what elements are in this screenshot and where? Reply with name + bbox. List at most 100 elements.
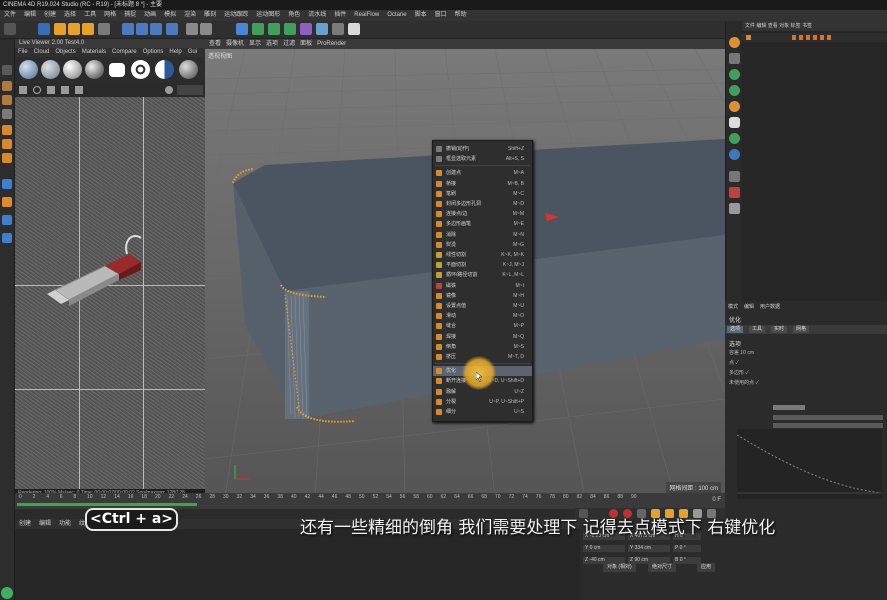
uv-icon[interactable] bbox=[2, 179, 12, 189]
model-mode-icon[interactable] bbox=[2, 81, 12, 91]
material-menu-item[interactable]: 创建 bbox=[19, 521, 31, 527]
context-menu-item[interactable]: 分裂 U~P, U~Shift+P bbox=[433, 397, 532, 407]
box-icon[interactable] bbox=[729, 203, 740, 214]
play-icon[interactable] bbox=[19, 86, 27, 94]
lock-icon[interactable] bbox=[75, 86, 83, 94]
deformer-icon[interactable] bbox=[300, 23, 312, 35]
context-menu-item[interactable]: 笔刷 M~C bbox=[433, 189, 532, 199]
menu-item[interactable]: 文件 bbox=[4, 12, 16, 18]
menu-item[interactable]: 角色 bbox=[288, 12, 300, 18]
contrast-icon[interactable] bbox=[155, 60, 174, 79]
pause-icon[interactable] bbox=[47, 86, 55, 94]
axis-lock-icon[interactable] bbox=[2, 215, 12, 225]
pos-y-field[interactable]: Y 0 cm bbox=[583, 545, 625, 552]
menu-item[interactable]: 脚本 bbox=[415, 12, 427, 18]
world-coord-icon[interactable] bbox=[166, 23, 178, 35]
menu-item[interactable]: 渲染 bbox=[184, 12, 196, 18]
context-menu-item[interactable]: 循环/路径切割 K~L, M~L bbox=[433, 270, 532, 280]
live-viewer-menu-item[interactable]: Objects bbox=[55, 49, 75, 55]
record-icon[interactable] bbox=[729, 187, 740, 198]
context-menu-item[interactable]: 平面切割 K~J, M~J bbox=[433, 260, 532, 270]
refresh-icon[interactable] bbox=[33, 86, 41, 94]
attribute-slider[interactable] bbox=[773, 423, 883, 428]
attribute-slider[interactable] bbox=[773, 405, 805, 410]
attribute-line[interactable]: 容差 10 cm bbox=[729, 349, 754, 357]
menu-item[interactable]: 动画 bbox=[144, 12, 156, 18]
timeline[interactable]: 0 2 4 6 8 10 12 14 16 18 20 22 24 26 28 30 32 34 36 38 40 42 4… bbox=[15, 493, 725, 509]
move-icon[interactable] bbox=[54, 23, 66, 35]
live-viewer-menu-item[interactable]: Materials bbox=[82, 49, 106, 55]
sphere-icon[interactable] bbox=[63, 60, 82, 79]
falloff-graph[interactable] bbox=[736, 429, 883, 499]
viewport-menu-item[interactable]: 查看 bbox=[209, 41, 221, 47]
context-menu-item[interactable]: 框显选取元素 Alt+S, S bbox=[433, 154, 532, 164]
plugin-icon[interactable] bbox=[729, 85, 740, 96]
viewport-menu-item[interactable]: 显示 bbox=[249, 41, 261, 47]
sphere-icon[interactable] bbox=[19, 60, 38, 79]
sphere-icon[interactable] bbox=[179, 60, 198, 79]
array-icon[interactable] bbox=[284, 23, 296, 35]
live-viewer-menu-item[interactable]: Gui bbox=[188, 49, 197, 55]
scale-icon[interactable] bbox=[68, 23, 80, 35]
menu-item[interactable]: 运动跟踪 bbox=[224, 12, 248, 18]
timeline-preview-range[interactable] bbox=[17, 503, 197, 506]
points-mode-icon[interactable] bbox=[2, 125, 12, 135]
context-menu-item[interactable]: 创建点 M~A bbox=[433, 168, 532, 178]
menu-item[interactable]: 创建 bbox=[44, 12, 56, 18]
live-viewer-menu-item[interactable]: Cloud bbox=[34, 49, 50, 55]
snap-icon[interactable] bbox=[2, 197, 12, 207]
rotate-icon[interactable] bbox=[82, 23, 94, 35]
settings-icon[interactable] bbox=[165, 86, 173, 94]
sphere-icon[interactable] bbox=[85, 60, 104, 79]
menu-item[interactable]: 帮助 bbox=[455, 12, 467, 18]
menu-item[interactable]: 选择 bbox=[64, 12, 76, 18]
material-menu-item[interactable]: 编辑 bbox=[39, 521, 51, 527]
menu-item[interactable]: RealFlow bbox=[354, 12, 379, 18]
context-menu-item[interactable]: 封闭多边形孔洞 M~D bbox=[433, 199, 532, 209]
layers-icon[interactable] bbox=[729, 171, 740, 182]
object-row[interactable] bbox=[742, 33, 887, 42]
rot-p-field[interactable]: P 0 ° bbox=[673, 545, 701, 552]
menu-item[interactable]: 编辑 bbox=[24, 12, 36, 18]
workplane-icon[interactable] bbox=[2, 109, 12, 119]
globe-icon[interactable] bbox=[729, 149, 740, 160]
attribute-line[interactable]: 点 ✓ bbox=[729, 359, 739, 367]
viewport-menu-item[interactable]: 面板 bbox=[300, 41, 312, 47]
attribute-subtab[interactable]: 选项 bbox=[727, 326, 744, 333]
polygons-mode-icon[interactable] bbox=[2, 153, 12, 163]
attribute-tab[interactable]: 编辑 bbox=[744, 304, 754, 310]
context-menu-item[interactable]: 滑动 M~O bbox=[433, 311, 532, 321]
pen-icon[interactable] bbox=[252, 23, 264, 35]
attribute-line[interactable]: 未使用的点 ✓ bbox=[729, 379, 759, 387]
size-mode-select[interactable]: 绝对尺寸 bbox=[648, 563, 677, 572]
z-axis-icon[interactable] bbox=[150, 23, 162, 35]
context-menu-item[interactable]: 撤销(动作) Shift+Z bbox=[433, 144, 532, 154]
attribute-slider[interactable] bbox=[773, 415, 883, 420]
attribute-tab[interactable]: 用户数据 bbox=[760, 304, 780, 310]
menu-item[interactable]: 模拟 bbox=[164, 12, 176, 18]
attribute-subtab[interactable]: 网格 bbox=[793, 326, 810, 333]
attribute-subtab[interactable]: 实时 bbox=[771, 326, 788, 333]
menu-item[interactable]: 窗口 bbox=[435, 12, 447, 18]
x-axis-icon[interactable] bbox=[122, 23, 134, 35]
camera-icon[interactable] bbox=[332, 23, 344, 35]
context-menu-item[interactable]: 多边形画笔 M~E bbox=[433, 219, 532, 229]
menu-item[interactable]: 插件 bbox=[334, 12, 346, 18]
context-menu-item[interactable]: 倒角 M~S bbox=[433, 342, 532, 352]
sphere-icon[interactable] bbox=[41, 60, 60, 79]
heart-icon[interactable] bbox=[729, 117, 740, 128]
viewport-menu-item[interactable]: 摄像机 bbox=[226, 41, 244, 47]
menu-item[interactable]: 运动图形 bbox=[256, 12, 280, 18]
stop-icon[interactable] bbox=[61, 86, 69, 94]
texture-mode-icon[interactable] bbox=[2, 95, 12, 105]
grid-icon[interactable] bbox=[2, 233, 12, 243]
edges-mode-icon[interactable] bbox=[2, 139, 12, 149]
context-menu-item[interactable]: 细分 U~S bbox=[433, 407, 532, 417]
download-icon[interactable] bbox=[729, 53, 740, 64]
attribute-subtab[interactable]: 工具 bbox=[749, 326, 766, 333]
context-menu-item[interactable]: 镜像 M~H bbox=[433, 291, 532, 301]
viewport-menu-item[interactable]: 过滤 bbox=[283, 41, 295, 47]
attribute-line[interactable]: 多边形 ✓ bbox=[729, 369, 749, 377]
last-tool-icon[interactable] bbox=[98, 23, 110, 35]
dollar-icon[interactable] bbox=[729, 101, 740, 112]
